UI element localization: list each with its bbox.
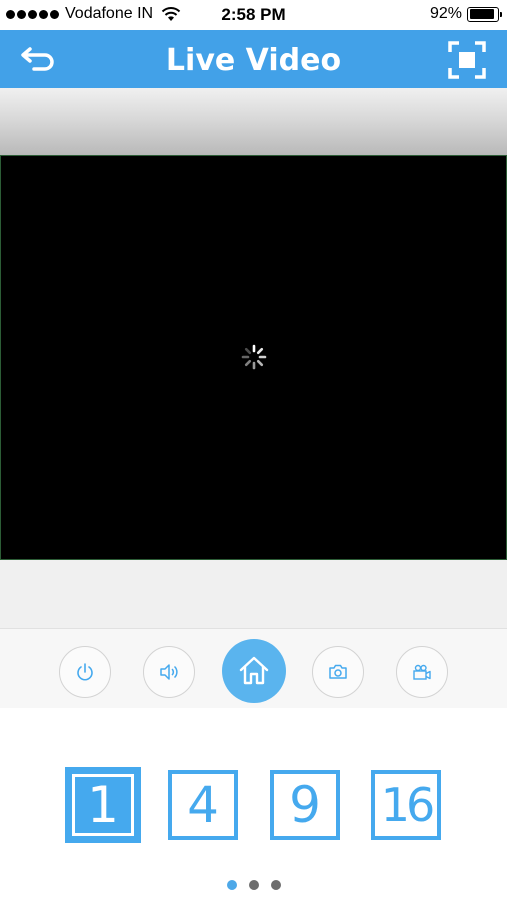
split-1-label: 1 (87, 776, 119, 834)
video-footer-band (0, 560, 507, 628)
page-dot-3[interactable] (270, 880, 281, 890)
spinner-icon (241, 344, 267, 370)
split-9-button[interactable]: 9 (270, 770, 340, 840)
battery-percent: 92% (429, 5, 462, 22)
status-bar: Vodafone IN 2:58 PM 92% (0, 0, 507, 30)
snapshot-button[interactable] (312, 646, 364, 698)
home-button[interactable] (222, 639, 286, 703)
record-button[interactable] (396, 646, 448, 698)
split-4-button[interactable]: 4 (168, 770, 238, 840)
audio-button[interactable] (143, 646, 195, 698)
power-button[interactable] (59, 646, 111, 698)
page-title: Live Video (165, 43, 342, 78)
battery-icon (467, 6, 502, 22)
speaker-icon (160, 664, 178, 680)
split-view-selector: 1 4 9 16 (0, 708, 507, 900)
power-icon (77, 663, 93, 681)
page-dot-1[interactable] (226, 880, 237, 890)
nav-bar: Live Video (0, 30, 507, 88)
video-record-icon (413, 664, 431, 680)
split-1-button[interactable]: 1 (65, 767, 141, 843)
fullscreen-icon (448, 41, 486, 79)
split-16-button[interactable]: 16 (371, 770, 441, 840)
split-4-label: 4 (187, 776, 219, 834)
video-header-band (0, 88, 507, 155)
home-icon (239, 656, 269, 685)
status-right: 92% (429, 5, 502, 23)
page-dot-2[interactable] (248, 880, 259, 890)
split-9-label: 9 (289, 776, 321, 834)
split-16-label: 16 (380, 778, 436, 832)
fullscreen-button[interactable] (447, 40, 487, 80)
control-toolbar (0, 628, 507, 708)
page-indicator[interactable] (0, 880, 507, 890)
camera-icon (329, 664, 347, 679)
